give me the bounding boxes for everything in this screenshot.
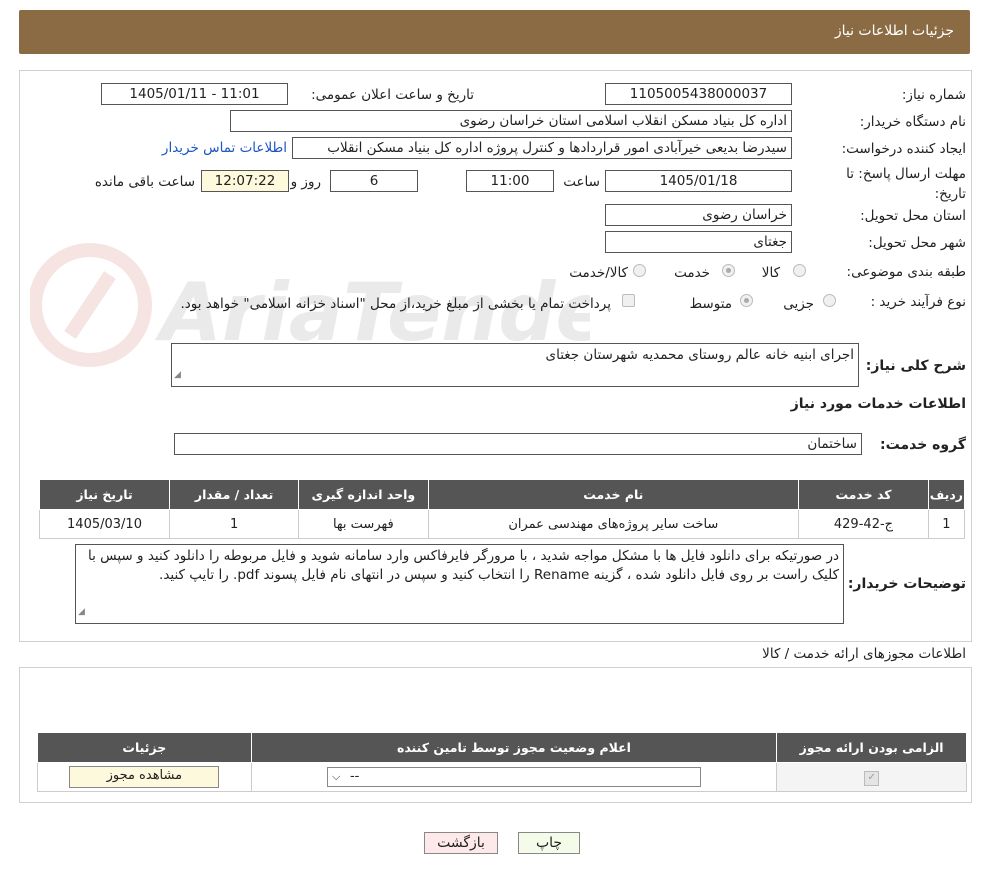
purchase-type-label: نوع فرآیند خرید : xyxy=(870,294,966,310)
delivery-province-label: استان محل تحویل: xyxy=(860,208,966,224)
buyer-notes-label: توضیحات خریدار: xyxy=(847,576,966,592)
permit-status-header: اعلام وضعیت مجوز توسط تامین کننده xyxy=(250,732,778,763)
permit-details-cell: مشاهده مجوز xyxy=(37,762,252,792)
general-desc-field[interactable]: اجرای ابنیه خانه عالم روستای محمدیه شهرس… xyxy=(171,343,859,387)
col-name-header: نام خدمت xyxy=(427,479,800,510)
delivery-province-field: خراسان رضوی xyxy=(605,204,792,226)
treasury-checkbox[interactable] xyxy=(622,294,635,307)
remaining-label: ساعت باقی مانده xyxy=(94,174,195,190)
permit-status-cell: -- ⌵ xyxy=(250,762,778,792)
permit-details-header: جزئیات xyxy=(37,732,252,763)
delivery-city-field: جغتای xyxy=(605,231,792,253)
permit-required-cell: ✓ xyxy=(776,762,967,792)
permit-required-header: الزامی بودن ارائه مجوز xyxy=(776,732,967,763)
buyer-contact-link[interactable]: اطلاعات تماس خریدار xyxy=(162,140,287,156)
service-group-field: ساختمان xyxy=(174,433,862,455)
chevron-down-icon: ⌵ xyxy=(331,770,341,783)
deadline-label: مهلت ارسال پاسخ: تا تاریخ: xyxy=(846,166,966,202)
deadline-time-label: ساعت xyxy=(563,174,600,190)
permits-section-title: اطلاعات مجوزهای ارائه خدمت / کالا xyxy=(762,646,966,662)
buyer-org-label: نام دستگاه خریدار: xyxy=(859,114,966,130)
page-header: جزئیات اطلاعات نیاز xyxy=(19,10,970,54)
buyer-notes-text: در صورتیکه برای دانلود فایل ها با مشکل م… xyxy=(87,548,839,583)
days-label: روز و xyxy=(290,174,321,190)
col-code-header: کد خدمت xyxy=(798,479,929,510)
permits-table: الزامی بودن ارائه مجوز اعلام وضعیت مجوز … xyxy=(37,732,967,792)
buyer-notes-field[interactable]: در صورتیکه برای دانلود فایل ها با مشکل م… xyxy=(75,544,844,624)
general-desc-text: اجرای ابنیه خانه عالم روستای محمدیه شهرس… xyxy=(545,347,854,363)
cell-code: ج-42-429 xyxy=(798,509,929,539)
purchase-option-minor: جزیی xyxy=(783,296,814,312)
purchase-option-medium: متوسط xyxy=(689,296,732,312)
col-qty-header: تعداد / مقدار xyxy=(168,479,300,510)
resize-grip-icon[interactable]: ◢ xyxy=(78,603,85,622)
treasury-note: پرداخت تمام یا بخشی از مبلغ خرید،از محل … xyxy=(180,296,611,312)
cell-date: 1405/03/10 xyxy=(39,509,170,539)
category-option-goods: کالا xyxy=(761,265,780,281)
resize-grip-icon[interactable]: ◢ xyxy=(174,366,181,385)
category-radio-goods[interactable] xyxy=(793,264,806,277)
category-option-goods-service: کالا/خدمت xyxy=(569,265,628,281)
requester-field: سیدرضا بدیعی خیرآبادی امور قراردادها و ک… xyxy=(292,137,792,159)
category-radio-goods-service[interactable] xyxy=(633,264,646,277)
need-number-label: شماره نیاز: xyxy=(901,87,966,103)
category-option-service: خدمت xyxy=(674,265,710,281)
service-group-label: گروه خدمت: xyxy=(880,437,966,453)
services-section-title: اطلاعات خدمات مورد نیاز xyxy=(790,396,966,412)
deadline-time-field: 11:00 xyxy=(466,170,554,192)
table-row: ✓ -- ⌵ مشاهده مجوز xyxy=(37,762,967,792)
col-row-header: ردیف xyxy=(927,479,966,510)
services-table: ردیف کد خدمت نام خدمت واحد اندازه گیری ت… xyxy=(39,479,966,539)
days-field: 6 xyxy=(330,170,418,192)
announce-datetime-label: تاریخ و ساعت اعلان عمومی: xyxy=(311,87,474,103)
view-permit-button[interactable]: مشاهده مجوز xyxy=(69,766,220,788)
permit-status-value: -- xyxy=(349,769,360,784)
cell-name: ساخت سایر پروژه‌های مهندسی عمران xyxy=(427,509,800,539)
page-title: جزئیات اطلاعات نیاز xyxy=(834,23,954,39)
deadline-date-field: 1405/01/18 xyxy=(605,170,792,192)
back-button[interactable]: بازگشت xyxy=(424,832,498,854)
table-row: 1 ج-42-429 ساخت سایر پروژه‌های مهندسی عم… xyxy=(39,509,966,539)
announce-datetime-field: 1405/01/11 - 11:01 xyxy=(101,83,288,105)
col-unit-header: واحد اندازه گیری xyxy=(298,479,429,510)
permit-status-select[interactable]: -- ⌵ xyxy=(326,767,701,787)
purchase-radio-medium[interactable] xyxy=(740,294,753,307)
print-button[interactable]: چاپ xyxy=(518,832,580,854)
permit-required-checkbox[interactable]: ✓ xyxy=(864,770,880,786)
cell-qty: 1 xyxy=(168,509,300,539)
requester-label: ایجاد کننده درخواست: xyxy=(841,141,966,157)
col-date-header: تاریخ نیاز xyxy=(39,479,170,510)
cell-unit: فهرست بها xyxy=(298,509,429,539)
purchase-radio-minor[interactable] xyxy=(823,294,836,307)
need-number-field: 1105005438000037 xyxy=(605,83,792,105)
cell-row: 1 xyxy=(927,509,966,539)
buyer-org-field: اداره کل بنیاد مسکن انقلاب اسلامی استان … xyxy=(230,110,792,132)
category-label: طبقه بندی موضوعی: xyxy=(846,264,966,280)
category-radio-service[interactable] xyxy=(722,264,735,277)
delivery-city-label: شهر محل تحویل: xyxy=(868,235,966,251)
general-desc-label: شرح کلی نیاز: xyxy=(865,358,966,374)
remaining-time-field: 12:07:22 xyxy=(201,170,289,192)
